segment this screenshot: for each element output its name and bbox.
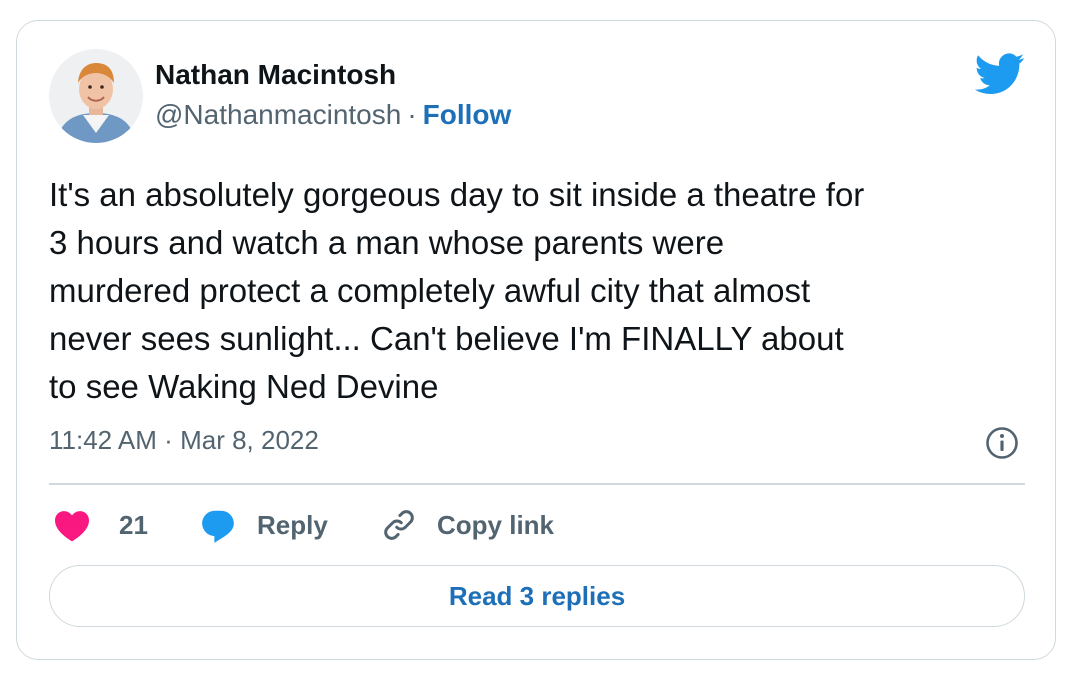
avatar[interactable]	[49, 49, 143, 143]
copy-link-button[interactable]: Copy link	[381, 501, 554, 549]
action-bar: 21 Reply Copy link	[49, 501, 1025, 549]
author-handle[interactable]: @Nathanmacintosh	[155, 99, 401, 130]
divider	[49, 483, 1025, 485]
follow-button[interactable]: Follow	[423, 99, 512, 130]
info-icon[interactable]	[985, 426, 1019, 460]
handle-separator: ·	[407, 99, 417, 130]
speech-bubble-icon	[202, 510, 234, 543]
author-handle-row: @Nathanmacintosh · Follow	[155, 99, 511, 131]
copy-link-label: Copy link	[437, 509, 555, 540]
reply-label: Reply	[257, 509, 328, 540]
read-replies-button[interactable]: Read 3 replies	[49, 565, 1025, 627]
tweet-card: Nathan Macintosh @Nathanmacintosh · Follow…	[16, 20, 1056, 660]
tweet-time: 11:42 AM	[49, 425, 157, 455]
twitter-bird-icon[interactable]	[975, 53, 1025, 95]
heart-icon	[55, 511, 89, 542]
like-button[interactable]: 21	[53, 501, 148, 549]
like-count: 21	[119, 509, 148, 540]
tweet-timestamp[interactable]: 11:42 AM · Mar 8, 2022	[49, 425, 319, 456]
tweet-text: It's an absolutely gorgeous day to sit i…	[49, 176, 865, 405]
reply-button[interactable]: Reply	[199, 501, 328, 549]
timestamp-separator: ·	[164, 425, 173, 455]
author-name[interactable]: Nathan Macintosh	[155, 59, 396, 91]
link-icon	[384, 510, 414, 540]
tweet-date: Mar 8, 2022	[180, 425, 319, 455]
